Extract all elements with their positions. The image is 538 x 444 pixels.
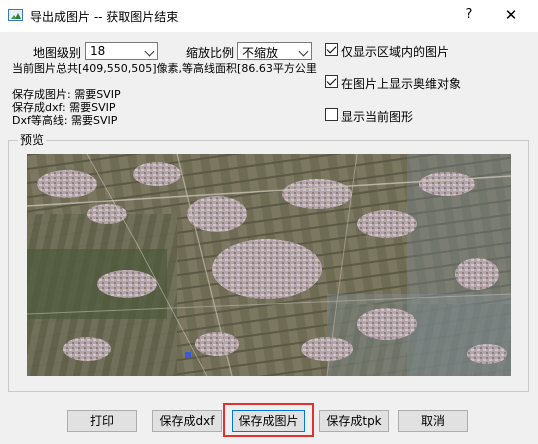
- dxf-contour-requirement: Dxf等高线: 需要SVIP: [12, 114, 118, 127]
- only-region-images-checkbox[interactable]: [325, 43, 338, 56]
- scale-select[interactable]: 不缩放: [237, 42, 312, 60]
- show-ovi-objects-checkbox[interactable]: [325, 75, 338, 88]
- only-region-images-label[interactable]: 仅显示区域内的图片: [341, 43, 449, 60]
- app-map-icon: [8, 9, 23, 21]
- highlight-box: [223, 403, 314, 437]
- map-level-label: 地图级别: [33, 46, 82, 60]
- show-ovi-objects-label[interactable]: 在图片上显示奥维对象: [341, 75, 461, 92]
- scale-label: 缩放比例: [186, 46, 235, 60]
- show-current-shape-checkbox[interactable]: [325, 108, 338, 121]
- save-tpk-button[interactable]: 保存成tpk: [319, 410, 389, 432]
- chevron-down-icon: [144, 46, 155, 57]
- help-button[interactable]: ?: [458, 4, 480, 26]
- pixel-info-text: 当前图片总共[409,550,505]像素,等高线面积[86.63平方公里: [12, 62, 317, 75]
- window-title: 导出成图片 -- 获取图片结束: [30, 10, 179, 24]
- save-dxf-requirement: 保存成dxf: 需要SVIP: [12, 101, 116, 114]
- satellite-preview-image: [27, 154, 511, 376]
- cancel-button[interactable]: 取消: [398, 410, 468, 432]
- map-level-value: 18: [90, 44, 106, 58]
- show-current-shape-label[interactable]: 显示当前图形: [341, 108, 413, 125]
- print-button[interactable]: 打印: [67, 410, 137, 432]
- scale-value: 不缩放: [242, 46, 279, 60]
- chevron-down-icon: [298, 46, 309, 57]
- satellite-image-graphic: [27, 154, 511, 376]
- map-level-select[interactable]: 18: [85, 42, 158, 60]
- save-image-requirement: 保存成图片: 需要SVIP: [12, 88, 121, 101]
- preview-group-title: 预览: [18, 131, 47, 148]
- save-dxf-button[interactable]: 保存成dxf: [152, 410, 222, 432]
- close-button[interactable]: ✕: [500, 4, 522, 26]
